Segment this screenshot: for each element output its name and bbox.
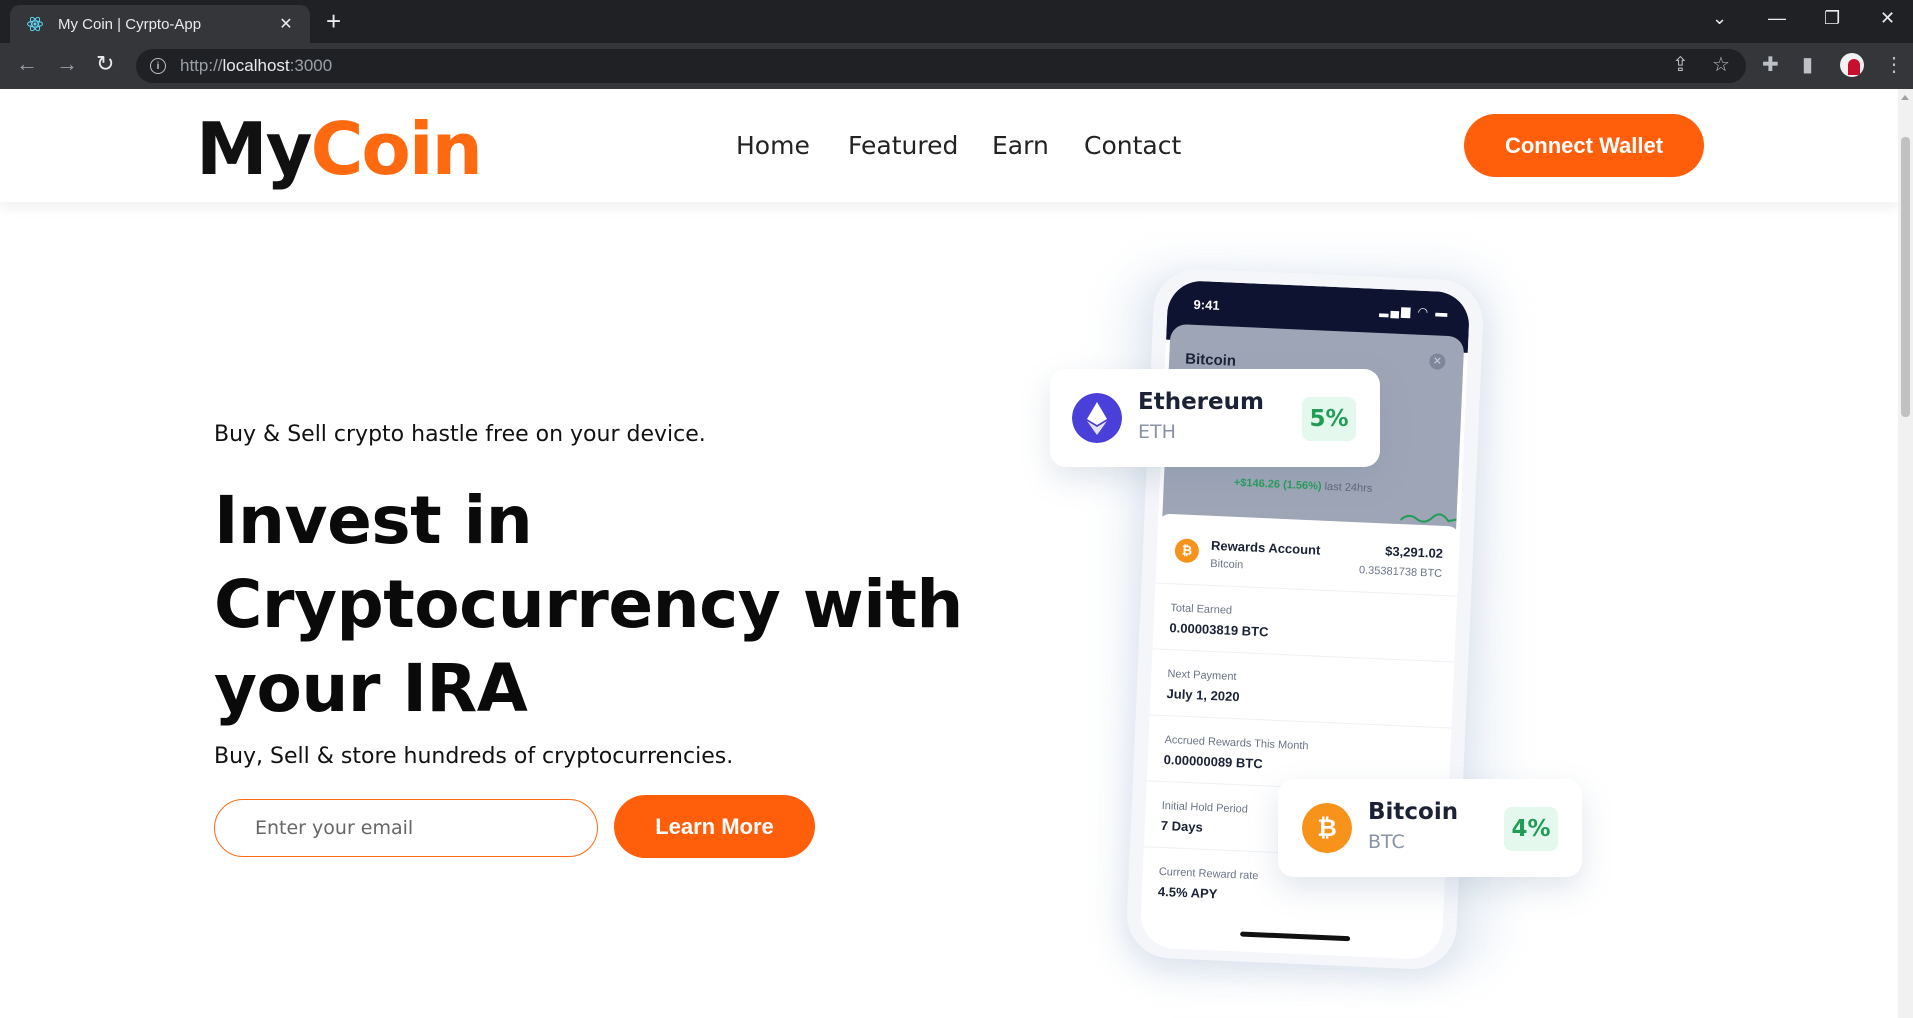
rewards-account-row[interactable]: ₿ Rewards Account Bitcoin $3,291.02 0.35… [1155,513,1461,597]
close-tab-icon[interactable]: ✕ [276,14,296,34]
account-name: Rewards Account [1210,537,1321,558]
coin-name: Bitcoin [1368,799,1459,825]
tab-title: My Coin | Cyrpto-App [58,15,202,33]
restore-icon[interactable]: ❐ [1824,8,1840,29]
hero-tagline: Buy & Sell crypto hastle free on your de… [214,422,706,447]
rewards-panel: ₿ Rewards Account Bitcoin $3,291.02 0.35… [1139,513,1461,961]
site-info-icon[interactable]: i [150,58,166,74]
coin-name: Ethereum [1138,389,1264,415]
react-icon [27,16,43,32]
signal-wifi-battery-icons: ▂▄▆ ◠ ▬ [1379,302,1450,321]
hero-title: Invest in Cryptocurrency with your IRA [214,482,963,727]
address-bar[interactable]: i http://localhost:3000 [136,49,1746,83]
account-coin: Bitcoin [1210,557,1244,572]
learn-more-button[interactable]: Learn More [614,795,815,858]
page-viewport: MyCoin Home Featured Earn Contact Connec… [0,89,1898,1018]
hero-subline: Buy, Sell & store hundreds of cryptocurr… [214,744,734,769]
nav-featured[interactable]: Featured [848,131,958,160]
tab-search-icon[interactable]: ⌄ [1712,8,1727,29]
browser-toolbar: ← → ↻ i http://localhost:3000 ⇪ ☆ ✚ ▮ ⋮ [0,43,1913,89]
bitcoin-card-floating[interactable]: ₿ Bitcoin BTC 4% [1278,779,1582,877]
reload-icon[interactable]: ↻ [96,53,114,75]
close-window-icon[interactable]: ✕ [1880,8,1895,29]
scroll-up-icon[interactable] [1901,95,1909,100]
forward-icon[interactable]: → [56,53,78,75]
menu-kebab-icon[interactable]: ⋮ [1884,55,1904,75]
bitcoin-icon: ₿ [1302,803,1352,853]
account-amount: $3,291.02 [1384,543,1444,561]
bitcoin-card-title: Bitcoin [1184,350,1237,370]
coin-ticker: BTC [1368,831,1405,853]
account-btc: 0.35381738 BTC [1358,564,1443,580]
page-scrollbar[interactable] [1898,89,1913,1018]
ethereum-card[interactable]: Ethereum ETH 5% [1050,369,1380,467]
email-input[interactable] [214,799,598,857]
phone-time: 9:41 [1193,296,1220,313]
ethereum-icon [1072,393,1122,443]
nav-earn[interactable]: Earn [992,131,1049,160]
price-change: +$146.26 (1.56%) last 24hrs [1233,476,1373,495]
extensions-icon[interactable]: ✚ [1762,55,1779,75]
bookmark-star-icon[interactable]: ☆ [1712,55,1730,75]
browser-tab-bar: My Coin | Cyrpto-App ✕ + ⌄ — ❐ ✕ [0,0,1913,43]
svg-text:₿: ₿ [1317,814,1337,842]
share-icon[interactable]: ⇪ [1672,55,1689,75]
coin-ticker: ETH [1138,421,1176,443]
bitcoin-small-icon: ₿ [1174,538,1200,564]
back-icon[interactable]: ← [16,53,38,75]
browser-tab[interactable]: My Coin | Cyrpto-App ✕ [10,5,310,43]
site-header: MyCoin Home Featured Earn Contact Connec… [0,89,1898,202]
site-logo[interactable]: MyCoin [196,107,483,191]
nav-home[interactable]: Home [736,131,810,160]
new-tab-icon[interactable]: + [326,8,341,34]
percent-badge: 5% [1302,397,1356,441]
percent-badge: 4% [1504,807,1558,851]
profile-avatar[interactable] [1840,53,1864,77]
side-panel-icon[interactable]: ▮ [1802,55,1813,75]
url-text: http://localhost:3000 [180,56,333,75]
scroll-thumb[interactable] [1901,137,1910,417]
close-icon[interactable]: ✕ [1429,353,1446,370]
nav-contact[interactable]: Contact [1084,131,1181,160]
minimize-icon[interactable]: — [1768,8,1786,29]
connect-wallet-button[interactable]: Connect Wallet [1464,114,1704,177]
